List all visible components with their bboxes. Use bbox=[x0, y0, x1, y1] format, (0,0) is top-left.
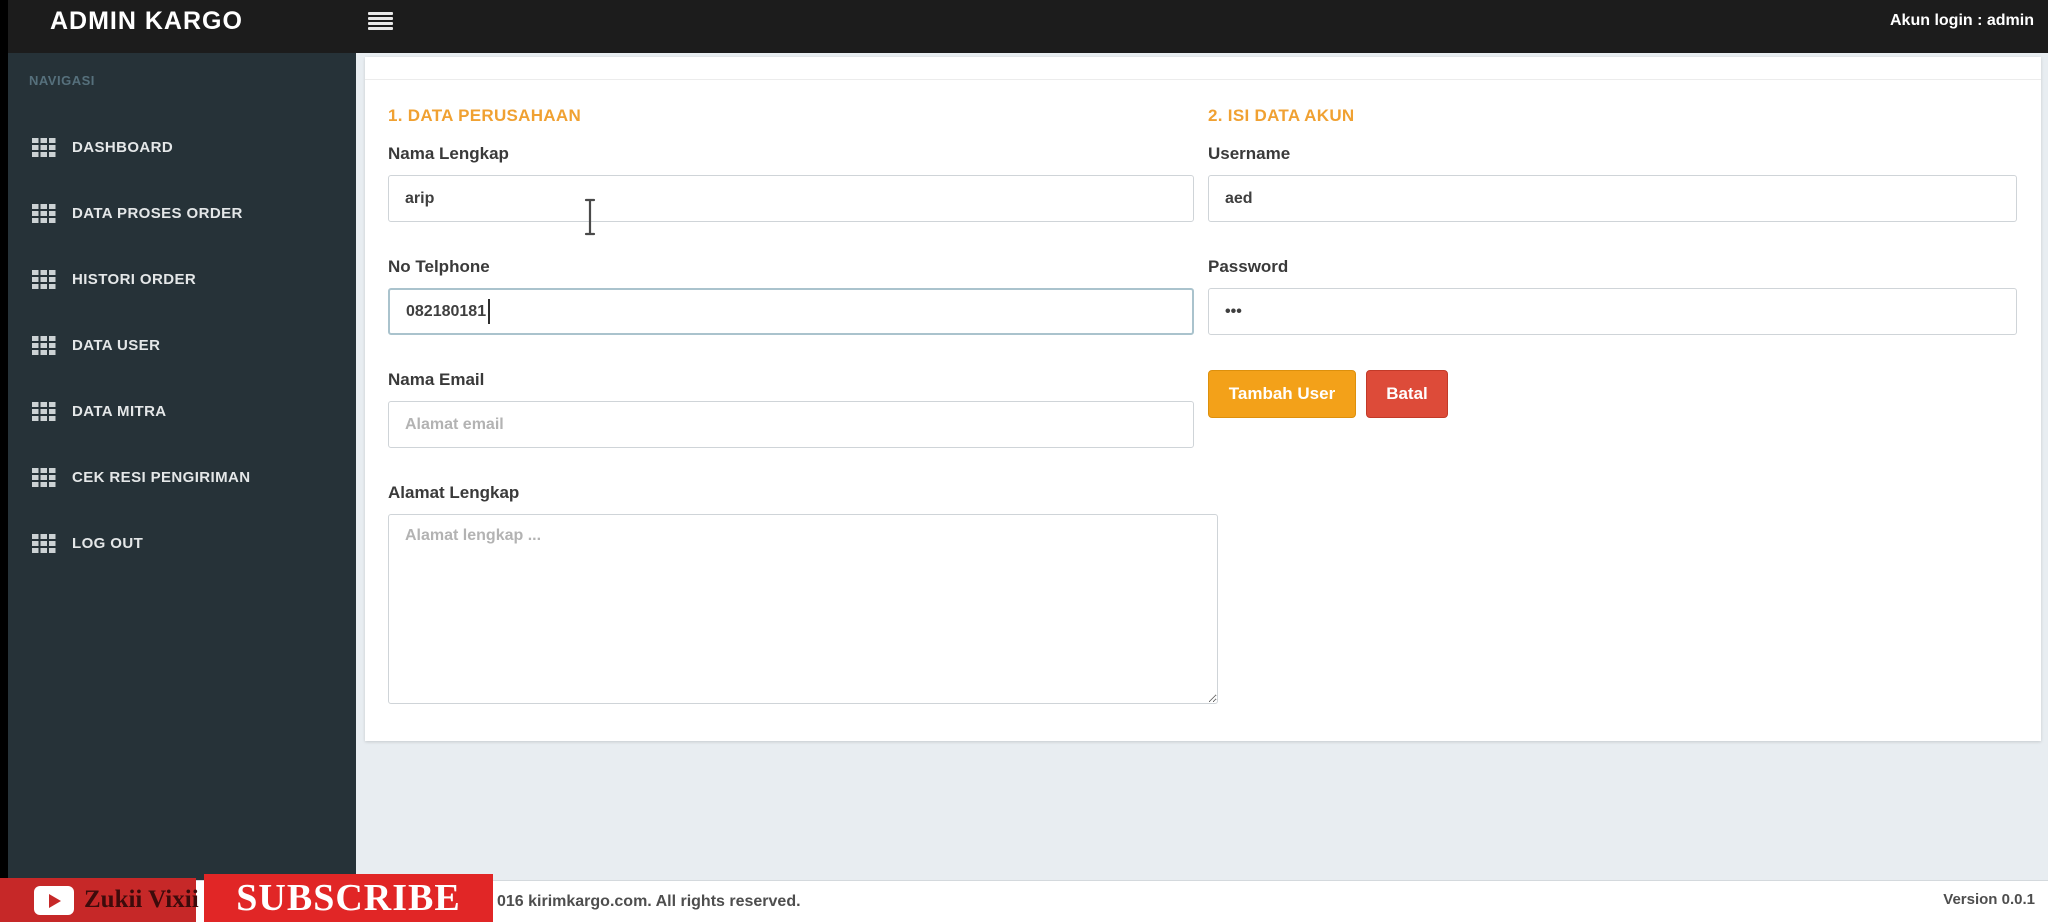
sidebar-header: NAVIGASI bbox=[29, 73, 95, 88]
copyright-text: 016 kirimkargo.com. All rights reserved. bbox=[497, 893, 801, 910]
no-telphone-label: No Telphone bbox=[388, 257, 490, 276]
subscribe-watermark-banner: Zukii Vixii SUBSCRIBE bbox=[0, 874, 493, 922]
version-text: Version 0.0.1 bbox=[1943, 891, 2035, 908]
sidebar-item-data-user[interactable]: DATA USER bbox=[8, 312, 356, 378]
letterbox-strip bbox=[0, 0, 8, 922]
channel-name: Zukii Vixii bbox=[84, 886, 199, 913]
sidebar-item-label: DASHBOARD bbox=[72, 138, 174, 156]
nama-lengkap-input[interactable] bbox=[388, 175, 1194, 222]
sidebar-item-label: LOG OUT bbox=[72, 534, 144, 552]
grid-icon bbox=[32, 401, 56, 421]
username-input[interactable] bbox=[1208, 175, 2017, 222]
sidebar-menu: DASHBOARD DATA PROSES ORDER HISTORI ORDE… bbox=[8, 114, 356, 576]
sidebar-item-log-out[interactable]: LOG OUT bbox=[8, 510, 356, 576]
batal-button[interactable]: Batal bbox=[1366, 370, 1448, 418]
username-label: Username bbox=[1208, 144, 1291, 163]
sidebar-item-label: DATA PROSES ORDER bbox=[72, 204, 243, 222]
nama-email-input[interactable] bbox=[388, 401, 1194, 448]
tambah-user-button[interactable]: Tambah User bbox=[1208, 370, 1356, 418]
nama-lengkap-label: Nama Lengkap bbox=[388, 144, 509, 163]
sidebar: NAVIGASI DASHBOARD DATA PROSES ORDER HIS… bbox=[8, 53, 356, 880]
grid-icon bbox=[32, 467, 56, 487]
channel-box: Zukii Vixii bbox=[0, 878, 199, 922]
subscribe-button[interactable]: SUBSCRIBE bbox=[204, 874, 493, 922]
section-heading-akun: 2. ISI DATA AKUN bbox=[1208, 106, 1355, 125]
grid-icon bbox=[32, 335, 56, 355]
sidebar-item-cek-resi-pengiriman[interactable]: CEK RESI PENGIRIMAN bbox=[8, 444, 356, 510]
grid-icon bbox=[32, 533, 56, 553]
grid-icon bbox=[32, 203, 56, 223]
alamat-lengkap-label: Alamat Lengkap bbox=[388, 483, 520, 502]
sidebar-item-label: CEK RESI PENGIRIMAN bbox=[72, 468, 251, 486]
company-data-column: 1. DATA PERUSAHAAN Nama Lengkap No Telph… bbox=[365, 80, 1218, 744]
top-navbar: ADMIN KARGO Akun login : admin bbox=[8, 0, 2048, 53]
grid-icon bbox=[32, 137, 56, 157]
account-data-column: 2. ISI DATA AKUN Username Password Tamba… bbox=[1203, 80, 2041, 744]
no-telphone-input[interactable] bbox=[388, 288, 1194, 335]
text-caret bbox=[488, 299, 490, 324]
subscribe-label: SUBSCRIBE bbox=[236, 877, 461, 919]
app-title: ADMIN KARGO bbox=[50, 6, 243, 35]
account-login-status: Akun login : admin bbox=[1890, 12, 2034, 29]
sidebar-item-data-proses-order[interactable]: DATA PROSES ORDER bbox=[8, 180, 356, 246]
password-label: Password bbox=[1208, 257, 1289, 276]
content-area: 1. DATA PERUSAHAAN Nama Lengkap No Telph… bbox=[356, 53, 2048, 880]
sidebar-item-histori-order[interactable]: HISTORI ORDER bbox=[8, 246, 356, 312]
grid-icon bbox=[32, 269, 56, 289]
youtube-play-icon bbox=[34, 885, 74, 915]
nama-email-label: Nama Email bbox=[388, 370, 485, 389]
section-heading-perusahaan: 1. DATA PERUSAHAAN bbox=[388, 106, 582, 125]
panel-header-divider bbox=[365, 57, 2041, 80]
sidebar-item-label: DATA MITRA bbox=[72, 402, 167, 420]
hamburger-menu-icon[interactable] bbox=[368, 3, 410, 39]
sidebar-item-label: DATA USER bbox=[72, 336, 161, 354]
form-panel: 1. DATA PERUSAHAAN Nama Lengkap No Telph… bbox=[365, 57, 2041, 741]
sidebar-item-data-mitra[interactable]: DATA MITRA bbox=[8, 378, 356, 444]
alamat-lengkap-textarea[interactable] bbox=[388, 514, 1218, 704]
sidebar-item-dashboard[interactable]: DASHBOARD bbox=[8, 114, 356, 180]
sidebar-item-label: HISTORI ORDER bbox=[72, 270, 197, 288]
password-input[interactable] bbox=[1208, 288, 2017, 335]
